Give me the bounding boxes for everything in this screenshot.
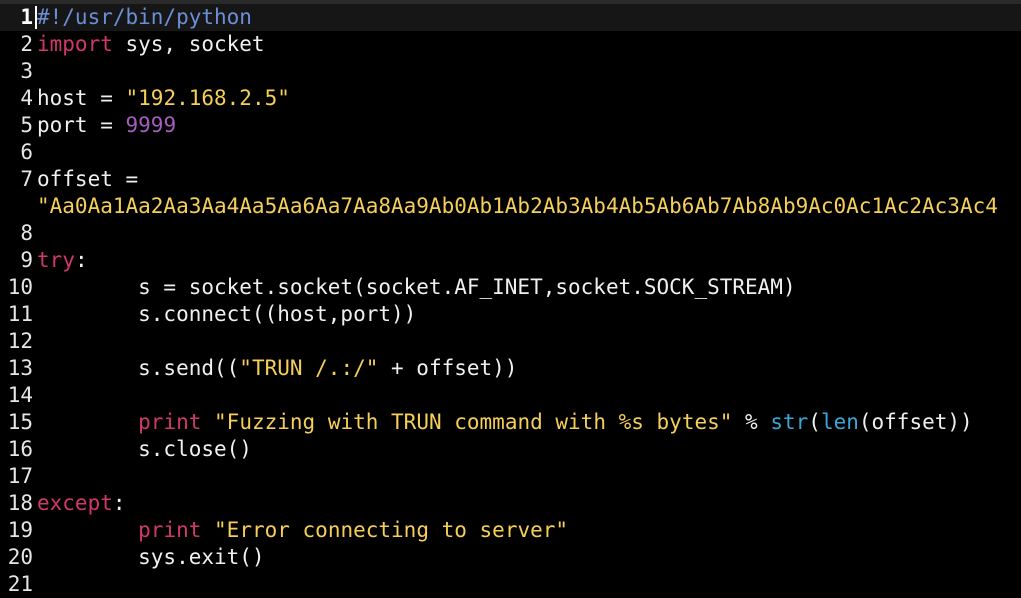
line-number: 10 xyxy=(7,275,33,299)
code-token: len xyxy=(820,410,859,434)
code-token: host = xyxy=(37,86,126,110)
code-text: print "Error connecting to server" xyxy=(37,517,568,544)
code-text: s.close() xyxy=(37,436,252,463)
line-number: 18 xyxy=(7,491,33,515)
code-token: print xyxy=(138,410,202,434)
line-number: 9 xyxy=(20,248,33,272)
code-line-14[interactable]: 14 xyxy=(0,382,1021,409)
code-text: host = "192.168.2.5" xyxy=(37,85,290,112)
code-line-5[interactable]: 5 port = 9999 xyxy=(0,112,1021,139)
code-token: import xyxy=(37,32,113,56)
line-number: 21 xyxy=(7,572,33,596)
code-text: "Aa0Aa1Aa2Aa3Aa4Aa5Aa6Aa7Aa8Aa9Ab0Ab1Ab2… xyxy=(37,193,998,220)
code-token: try xyxy=(37,248,75,272)
line-number: 12 xyxy=(7,329,33,353)
code-text: print "Fuzzing with TRUN command with %s… xyxy=(37,409,973,436)
code-token: "Error connecting to server" xyxy=(214,518,569,542)
code-token: "Fuzzing with TRUN command with %s bytes… xyxy=(214,410,733,434)
line-number: 8 xyxy=(20,221,33,245)
code-line-3[interactable]: 3 xyxy=(0,58,1021,85)
code-line-wrap[interactable]: "Aa0Aa1Aa2Aa3Aa4Aa5Aa6Aa7Aa8Aa9Ab0Ab1Ab2… xyxy=(0,193,1021,220)
code-line-11[interactable]: 11 s.connect((host,port)) xyxy=(0,301,1021,328)
line-number: 13 xyxy=(7,356,33,380)
code-text: try: xyxy=(37,247,88,274)
code-token: offset = xyxy=(37,167,139,191)
code-line-10[interactable]: 10 s = socket.socket(socket.AF_INET,sock… xyxy=(0,274,1021,301)
line-number: 5 xyxy=(20,113,33,137)
code-text: offset = xyxy=(37,166,138,193)
code-line-18[interactable]: 18 except: xyxy=(0,490,1021,517)
code-token: : xyxy=(112,491,126,515)
code-token: s.connect((host,port)) xyxy=(37,302,417,326)
line-number: 1 xyxy=(20,5,33,29)
line-number: 20 xyxy=(7,545,33,569)
code-line-1[interactable]: 1 #!/usr/bin/python xyxy=(0,4,1021,31)
code-text: s.send(("TRUN /.:/" + offset)) xyxy=(37,355,517,382)
code-text: port = 9999 xyxy=(37,112,176,139)
code-line-21[interactable]: 21 xyxy=(0,571,1021,598)
code-line-2[interactable]: 2 import sys, socket xyxy=(0,31,1021,58)
line-number: 4 xyxy=(20,86,33,110)
code-line-8[interactable]: 8 xyxy=(0,220,1021,247)
code-token: 9999 xyxy=(125,113,177,137)
code-token: #!/usr/bin/python xyxy=(37,5,252,29)
code-token: s.send(( xyxy=(37,356,240,380)
code-token: "TRUN /.:/" xyxy=(239,356,379,380)
code-token: "192.168.2.5" xyxy=(125,86,290,110)
line-number: 3 xyxy=(20,59,33,83)
line-number: 14 xyxy=(7,383,33,407)
code-text: import sys, socket xyxy=(37,31,265,58)
code-line-13[interactable]: 13 s.send(("TRUN /.:/" + offset)) xyxy=(0,355,1021,382)
code-token: (offset)) xyxy=(858,410,973,434)
code-text: #!/usr/bin/python xyxy=(37,4,252,31)
code-token: "Aa0Aa1Aa2Aa3Aa4Aa5Aa6Aa7Aa8Aa9Ab0Ab1Ab2… xyxy=(37,194,998,218)
code-text: s.connect((host,port)) xyxy=(37,301,416,328)
code-token: s = socket.socket(socket.AF_INET,socket.… xyxy=(37,275,796,299)
code-line-4[interactable]: 4 host = "192.168.2.5" xyxy=(0,85,1021,112)
code-text: s = socket.socket(socket.AF_INET,socket.… xyxy=(37,274,796,301)
code-token: str xyxy=(770,410,809,434)
code-line-17[interactable]: 17 xyxy=(0,463,1021,490)
code-line-6[interactable]: 6 xyxy=(0,139,1021,166)
code-editor[interactable]: 1 #!/usr/bin/python 2 import sys, socket 3 4 h… xyxy=(0,4,1021,598)
code-text: sys.exit() xyxy=(37,544,265,571)
code-token: sys.exit() xyxy=(37,545,265,569)
line-number: 15 xyxy=(7,410,33,434)
code-line-19[interactable]: 19 print "Error connecting to server" xyxy=(0,517,1021,544)
line-number: 6 xyxy=(20,140,33,164)
code-token: : xyxy=(74,248,88,272)
code-token: % xyxy=(732,410,771,434)
code-token: port = xyxy=(37,113,126,137)
code-token: ( xyxy=(808,410,821,434)
line-number: 19 xyxy=(7,518,33,542)
code-line-7[interactable]: 7 offset = xyxy=(0,166,1021,193)
line-number: 17 xyxy=(7,464,33,488)
code-line-12[interactable]: 12 xyxy=(0,328,1021,355)
code-text: except: xyxy=(37,490,126,517)
line-number: 7 xyxy=(20,167,33,191)
code-line-16[interactable]: 16 s.close() xyxy=(0,436,1021,463)
line-number: 16 xyxy=(7,437,33,461)
code-token: sys, socket xyxy=(112,32,265,56)
code-token: except xyxy=(37,491,113,515)
line-number: 11 xyxy=(7,302,33,326)
code-token: s.close() xyxy=(37,437,252,461)
code-token: print xyxy=(138,518,202,542)
code-line-20[interactable]: 20 sys.exit() xyxy=(0,544,1021,571)
line-number: 2 xyxy=(20,32,33,56)
code-line-15[interactable]: 15 print "Fuzzing with TRUN command with… xyxy=(0,409,1021,436)
code-token: + offset)) xyxy=(378,356,518,380)
code-line-9[interactable]: 9 try: xyxy=(0,247,1021,274)
